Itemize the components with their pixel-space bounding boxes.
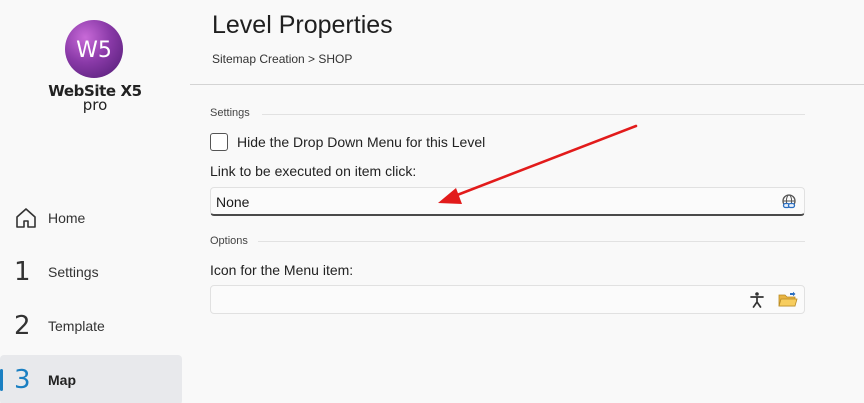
accessibility-icon[interactable] [748,291,766,309]
options-section-divider [258,241,805,242]
nav-item-template[interactable]: 2 Template [0,301,182,351]
nav-item-number: 2 [14,311,31,341]
logo-mark-icon: W5 [65,20,123,78]
app-logo: W5 WebSite X5 pro [40,16,150,126]
icon-field[interactable] [210,285,805,314]
page-title: Level Properties [212,11,393,39]
nav-item-label: Map [48,372,76,388]
nav-item-settings[interactable]: 1 Settings [0,247,182,297]
nav-item-label: Settings [48,264,99,280]
hide-dropdown-label: Hide the Drop Down Menu for this Level [237,134,486,150]
icon-field-label: Icon for the Menu item: [210,262,354,278]
link-globe-icon[interactable] [780,193,798,211]
sidebar: W5 WebSite X5 pro Home 1 Settings 2 Temp… [0,0,190,403]
settings-section-label: Settings [210,107,250,119]
nav-item-number: 1 [14,257,31,287]
home-icon [0,206,48,230]
breadcrumb: Sitemap Creation > SHOP [212,52,353,66]
svg-text:W5: W5 [76,38,112,63]
link-field-value: None [216,194,250,210]
nav-item-label: Home [48,210,86,226]
app-edition: pro [82,96,108,114]
options-section-label: Options [210,235,248,247]
header-divider [190,84,864,85]
nav-item-number: 3 [14,365,31,395]
link-field[interactable]: None [210,187,805,216]
nav-item-home[interactable]: Home [0,193,182,243]
settings-section-divider [262,114,805,115]
nav-item-label: Template [48,318,105,334]
link-field-label: Link to be executed on item click: [210,163,417,179]
hide-dropdown-checkbox[interactable] [210,133,228,151]
hide-dropdown-row[interactable]: Hide the Drop Down Menu for this Level [210,133,485,151]
folder-open-icon[interactable] [778,291,798,309]
nav-item-map[interactable]: 3 Map [0,355,182,403]
